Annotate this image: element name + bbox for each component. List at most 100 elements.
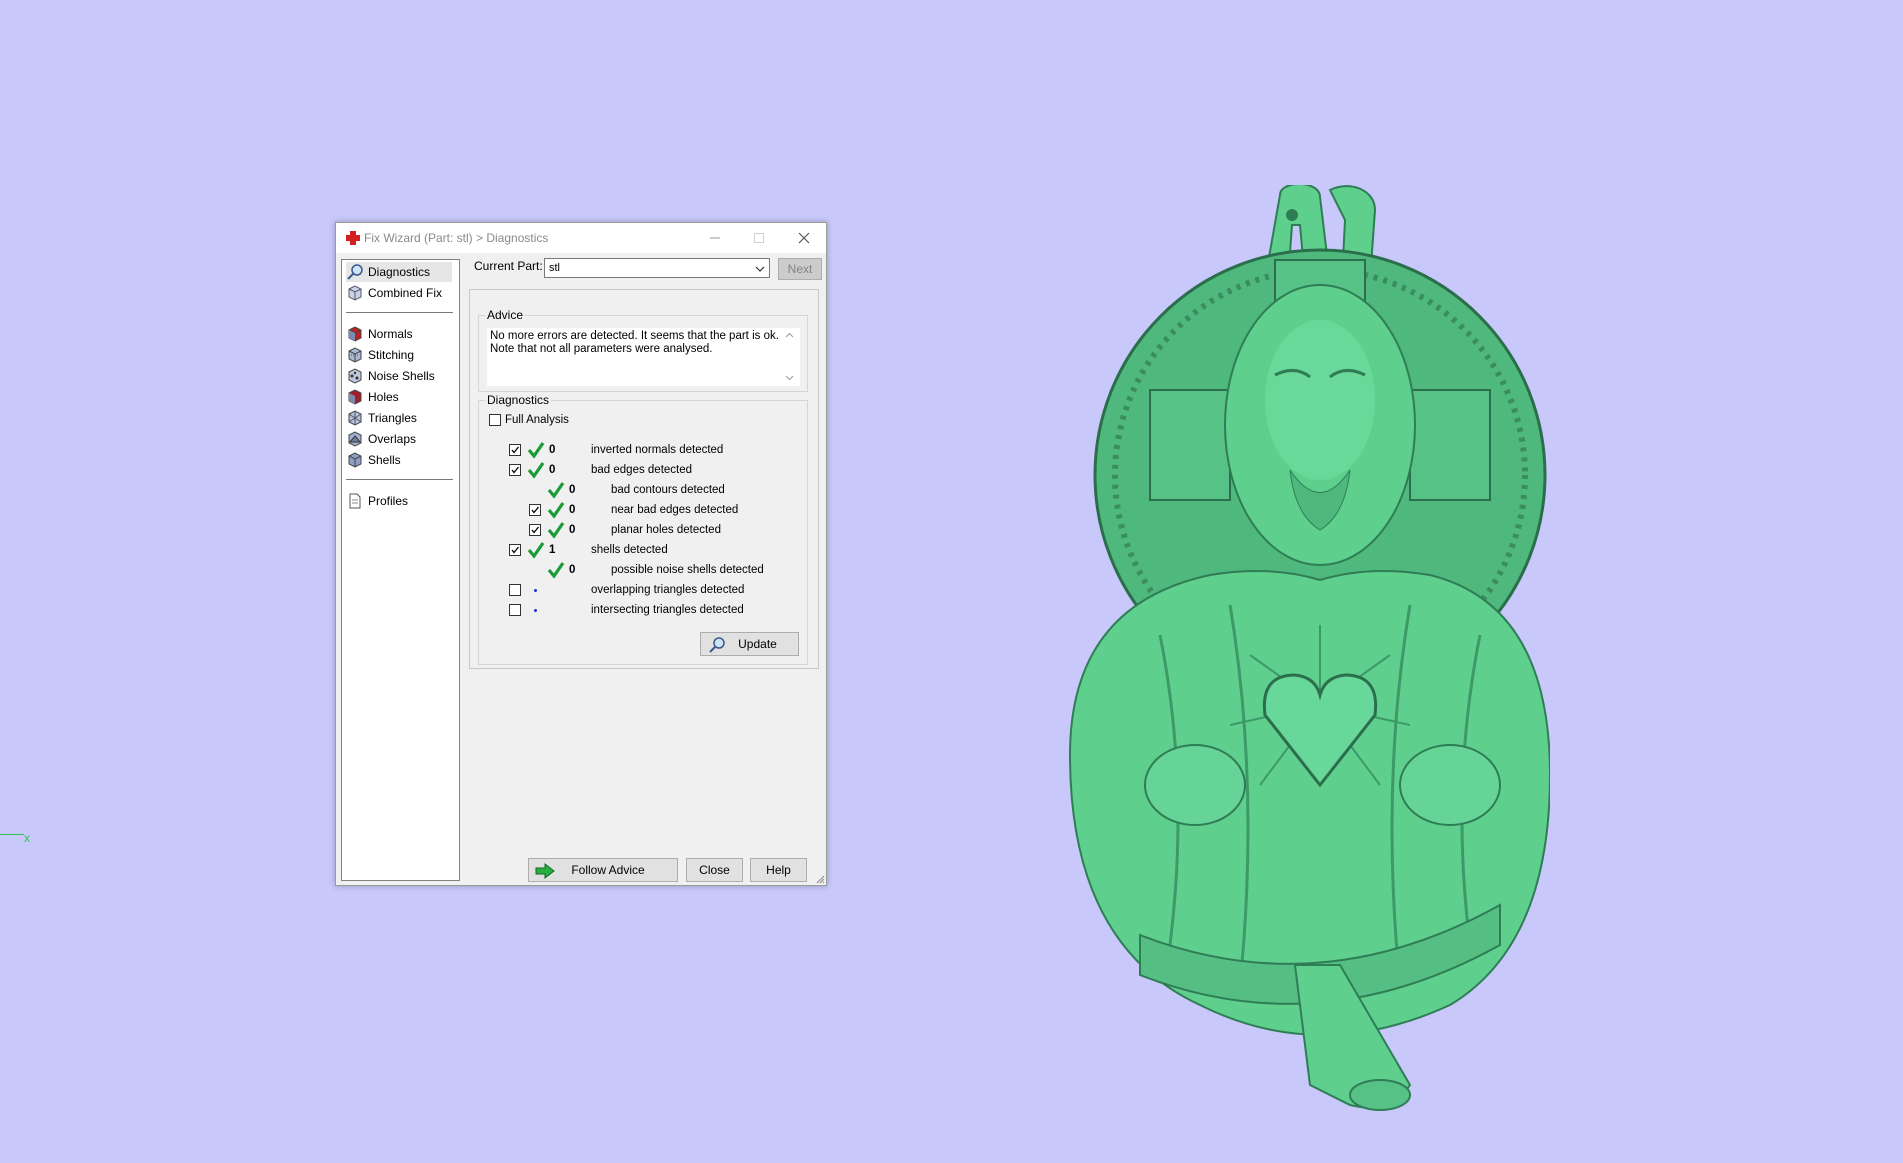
shells-count: 1 (549, 544, 556, 556)
sidebar-item-normals[interactable]: Normals (346, 324, 413, 344)
sidebar-item-label: Stitching (368, 348, 415, 362)
maximize-icon (754, 233, 764, 243)
noise-shells-count: 0 (569, 564, 576, 576)
sidebar-item-profiles[interactable]: Profiles (346, 491, 408, 511)
pending-dot-icon (534, 609, 537, 612)
diagnostics-title: Diagnostics (485, 393, 552, 407)
sidebar-item-noise-shells[interactable]: Noise Shells (346, 366, 435, 386)
green-arrow-icon (535, 862, 555, 880)
checkmark-icon (531, 506, 540, 514)
magnifier-icon (346, 263, 364, 281)
current-part-value: stl (549, 262, 560, 274)
sidebar-divider (346, 479, 453, 480)
near-bad-edges-text: near bad edges detected (611, 504, 739, 516)
green-check-icon (527, 462, 545, 479)
stitching-cube-icon (346, 346, 364, 364)
maximize-button[interactable] (737, 223, 781, 253)
advice-title: Advice (485, 308, 526, 322)
scroll-down-icon[interactable] (785, 373, 794, 382)
cube-icon (346, 284, 364, 302)
close-icon (798, 232, 810, 244)
update-button[interactable]: Update (700, 632, 799, 656)
bad-edges-text: bad edges detected (591, 464, 693, 476)
noise-shells-icon (346, 367, 364, 385)
sidebar-item-overlaps[interactable]: Overlaps (346, 429, 416, 449)
shells-text: shells detected (591, 544, 668, 556)
bad-contours-text: bad contours detected (611, 484, 725, 496)
overlapping-triangles-text: overlapping triangles detected (591, 584, 745, 596)
diagnostics-group: Diagnostics Full Analysis 0 inverted nor… (478, 393, 808, 665)
shells-icon (346, 451, 364, 469)
bad-edges-checkbox[interactable] (509, 464, 521, 476)
x-axis-label: x (24, 831, 30, 845)
sidebar-item-label: Shells (368, 453, 401, 467)
close-button[interactable]: Close (686, 858, 743, 882)
window-title: Fix Wizard (Part: stl) > Diagnostics (364, 231, 549, 245)
full-analysis-label: Full Analysis (505, 414, 569, 426)
checkmark-icon (511, 466, 520, 474)
intersecting-triangles-checkbox[interactable] (509, 604, 521, 616)
update-label: Update (738, 637, 777, 651)
sacred-heart-pendant-model[interactable] (1030, 185, 1550, 1115)
scroll-up-icon[interactable] (785, 331, 794, 340)
bad-edges-count: 0 (549, 464, 556, 476)
sidebar-item-stitching[interactable]: Stitching (346, 345, 414, 365)
title-bar[interactable]: Fix Wizard (Part: stl) > Diagnostics (336, 223, 826, 253)
sidebar-item-holes[interactable]: Holes (346, 387, 399, 407)
next-button[interactable]: Next (778, 258, 822, 280)
diagnostics-panel: Advice No more errors are detected. It s… (469, 289, 819, 669)
advice-textbox[interactable]: No more errors are detected. It seems th… (487, 328, 800, 386)
follow-advice-button[interactable]: Follow Advice (528, 858, 678, 882)
sidebar-item-shells[interactable]: Shells (346, 450, 401, 470)
pending-dot-icon (534, 589, 537, 592)
checkmark-icon (511, 446, 520, 454)
sidebar-item-diagnostics[interactable]: Diagnostics (346, 262, 452, 282)
green-check-icon (527, 442, 545, 459)
intersecting-triangles-text: intersecting triangles detected (591, 604, 744, 616)
inverted-normals-text: inverted normals detected (591, 444, 724, 456)
sidebar-item-combined-fix[interactable]: Combined Fix (346, 283, 442, 303)
close-window-button[interactable] (782, 223, 826, 253)
planar-holes-text: planar holes detected (611, 524, 721, 536)
minimize-button[interactable] (693, 223, 737, 253)
green-check-icon (547, 502, 565, 519)
current-part-label: Current Part: (474, 259, 543, 273)
triangles-icon (346, 409, 364, 427)
normals-cube-icon (346, 325, 364, 343)
wizard-sidebar: Diagnostics Combined Fix Normals Stitchi… (341, 259, 460, 881)
planar-holes-count: 0 (569, 524, 576, 536)
x-axis-line (0, 834, 24, 835)
sidebar-item-triangles[interactable]: Triangles (346, 408, 417, 428)
full-analysis-checkbox[interactable] (489, 414, 501, 426)
inverted-normals-count: 0 (549, 444, 556, 456)
fix-wizard-dialog: Fix Wizard (Part: stl) > Diagnostics Dia… (335, 222, 827, 886)
green-check-icon (547, 562, 565, 579)
checkmark-icon (511, 546, 520, 554)
sidebar-item-label: Triangles (368, 411, 417, 425)
planar-holes-checkbox[interactable] (529, 524, 541, 536)
magnifier-icon (709, 637, 725, 653)
sidebar-item-label: Combined Fix (368, 286, 443, 300)
red-cross-icon (346, 231, 360, 245)
minimize-icon (710, 237, 720, 239)
shells-checkbox[interactable] (509, 544, 521, 556)
resize-grip-icon[interactable] (815, 874, 825, 884)
green-check-icon (527, 542, 545, 559)
near-bad-edges-checkbox[interactable] (529, 504, 541, 516)
near-bad-edges-count: 0 (569, 504, 576, 516)
checkmark-icon (531, 526, 540, 534)
advice-group: Advice No more errors are detected. It s… (478, 308, 808, 392)
green-check-icon (547, 522, 565, 539)
green-check-icon (547, 482, 565, 499)
sidebar-divider (346, 312, 453, 313)
overlaps-icon (346, 430, 364, 448)
sidebar-item-label: Normals (368, 327, 413, 341)
sidebar-item-label: Overlaps (368, 432, 417, 446)
holes-cube-icon (346, 388, 364, 406)
current-part-select[interactable]: stl (544, 258, 770, 278)
sidebar-item-label: Holes (368, 390, 399, 404)
overlapping-triangles-checkbox[interactable] (509, 584, 521, 596)
chevron-down-icon (755, 266, 765, 272)
inverted-normals-checkbox[interactable] (509, 444, 521, 456)
help-button[interactable]: Help (750, 858, 807, 882)
